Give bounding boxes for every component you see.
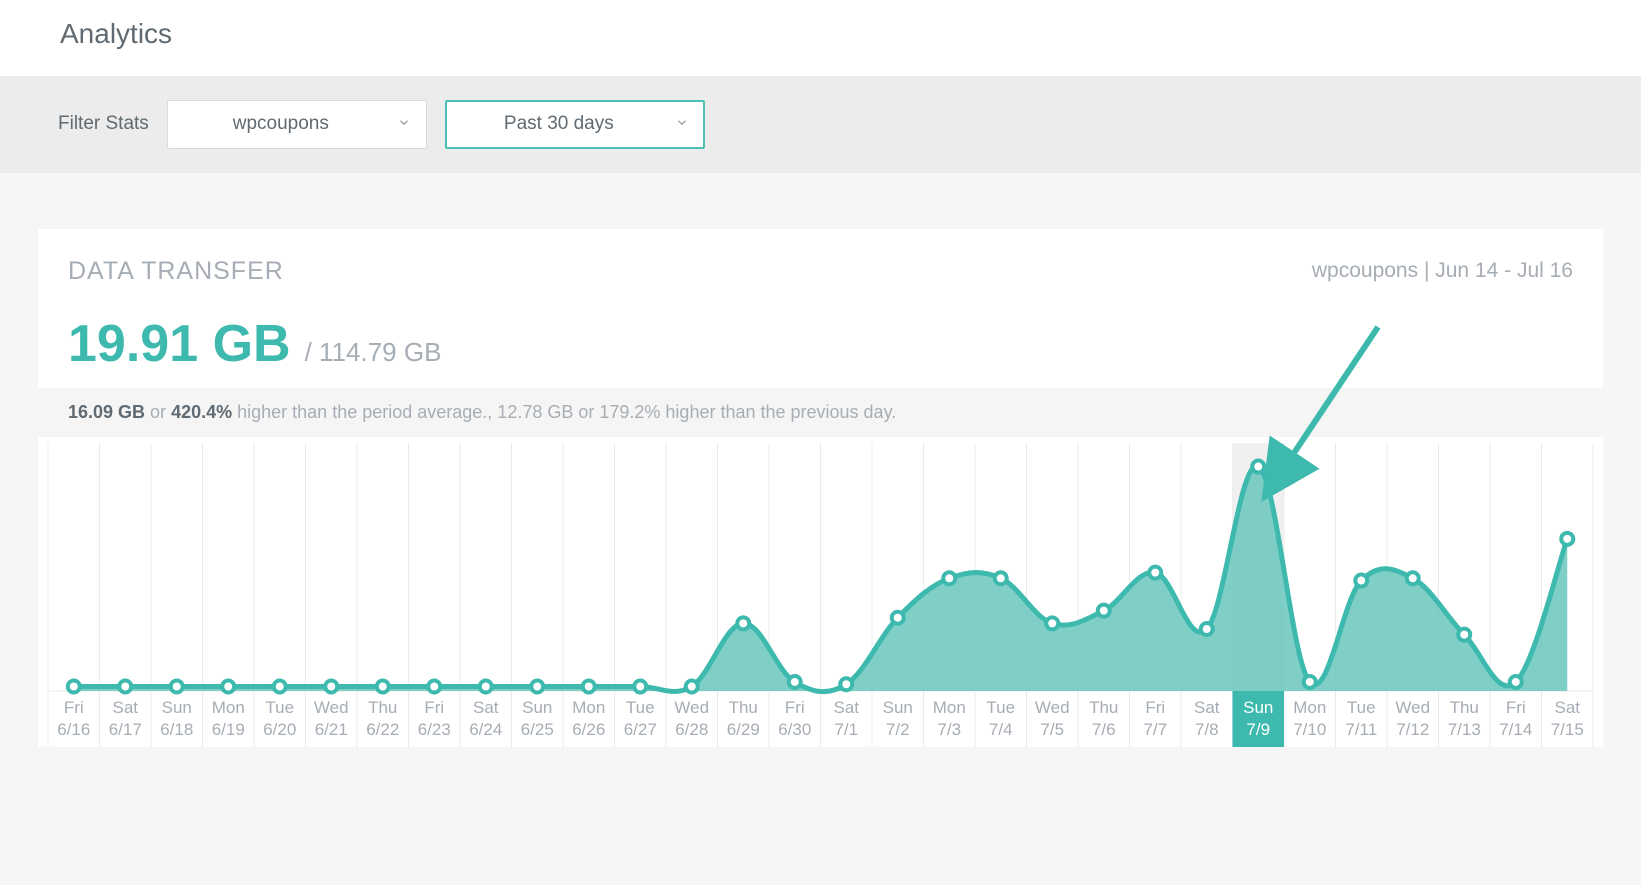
metric-total: / 114.79 GB: [305, 337, 442, 368]
range-select[interactable]: Past 30 days: [445, 100, 705, 149]
card-range-label: wpcoupons | Jun 14 - Jul 16: [1312, 259, 1573, 283]
delta-bar: 16.09 GB or 420.4% higher than the perio…: [38, 388, 1603, 437]
svg-text:6/17: 6/17: [109, 720, 142, 739]
site-select-wrap: wpcoupons: [167, 100, 427, 149]
delta-percent-1: 420.4%: [171, 402, 232, 422]
card-title: DATA TRANSFER: [68, 257, 284, 286]
svg-text:Sat: Sat: [833, 698, 859, 717]
svg-text:6/23: 6/23: [418, 720, 451, 739]
svg-text:7/9: 7/9: [1246, 720, 1270, 739]
svg-text:7/2: 7/2: [886, 720, 910, 739]
card-header: DATA TRANSFER wpcoupons | Jun 14 - Jul 1…: [38, 229, 1603, 296]
svg-text:6/16: 6/16: [57, 720, 90, 739]
svg-text:7/6: 7/6: [1092, 720, 1116, 739]
svg-text:7/8: 7/8: [1195, 720, 1219, 739]
page-header: Analytics: [0, 0, 1641, 76]
svg-text:Wed: Wed: [1395, 698, 1430, 717]
svg-text:Sun: Sun: [883, 698, 913, 717]
svg-text:Sun: Sun: [1243, 698, 1273, 717]
svg-text:Thu: Thu: [368, 698, 397, 717]
svg-text:Sat: Sat: [473, 698, 499, 717]
svg-text:Wed: Wed: [314, 698, 349, 717]
svg-text:7/3: 7/3: [937, 720, 961, 739]
svg-text:6/28: 6/28: [675, 720, 708, 739]
svg-text:6/18: 6/18: [160, 720, 193, 739]
svg-text:6/21: 6/21: [315, 720, 348, 739]
filter-label: Filter Stats: [58, 113, 149, 135]
svg-text:6/30: 6/30: [778, 720, 811, 739]
svg-text:7/13: 7/13: [1448, 720, 1481, 739]
svg-text:6/25: 6/25: [521, 720, 554, 739]
svg-text:Mon: Mon: [212, 698, 245, 717]
svg-text:Fri: Fri: [64, 698, 84, 717]
chart-area: Fri 6/16 Sat 6/17 Sun 6/18 Mon 6/19 Tue 6/20 Wed 6/…: [38, 437, 1603, 747]
svg-text:Mon: Mon: [933, 698, 966, 717]
svg-text:Tue: Tue: [986, 698, 1015, 717]
svg-text:Mon: Mon: [572, 698, 605, 717]
svg-text:Tue: Tue: [1347, 698, 1376, 717]
svg-text:6/19: 6/19: [212, 720, 245, 739]
svg-text:Sun: Sun: [522, 698, 552, 717]
svg-text:Sat: Sat: [1554, 698, 1580, 717]
svg-text:6/29: 6/29: [727, 720, 760, 739]
metric-row: 19.91 GB / 114.79 GB: [38, 296, 1603, 388]
svg-text:Thu: Thu: [1450, 698, 1479, 717]
svg-text:Sun: Sun: [162, 698, 192, 717]
svg-text:Thu: Thu: [729, 698, 758, 717]
svg-text:Mon: Mon: [1293, 698, 1326, 717]
filter-bar: Filter Stats wpcoupons Past 30 days: [0, 76, 1641, 173]
svg-text:Tue: Tue: [265, 698, 294, 717]
metric-value: 19.91 GB: [68, 318, 291, 370]
svg-text:Fri: Fri: [424, 698, 444, 717]
svg-text:6/27: 6/27: [624, 720, 657, 739]
data-transfer-chart[interactable]: Fri 6/16 Sat 6/17 Sun 6/18 Mon 6/19 Tue 6/20 Wed 6/…: [38, 437, 1603, 747]
svg-text:Wed: Wed: [1035, 698, 1070, 717]
svg-text:7/4: 7/4: [989, 720, 1013, 739]
svg-text:Sat: Sat: [1194, 698, 1220, 717]
svg-text:Fri: Fri: [1145, 698, 1165, 717]
svg-text:Sat: Sat: [112, 698, 138, 717]
data-transfer-card: DATA TRANSFER wpcoupons | Jun 14 - Jul 1…: [38, 229, 1603, 747]
svg-text:Fri: Fri: [1506, 698, 1526, 717]
svg-text:6/20: 6/20: [263, 720, 296, 739]
svg-text:7/15: 7/15: [1551, 720, 1584, 739]
svg-text:6/22: 6/22: [366, 720, 399, 739]
svg-text:6/24: 6/24: [469, 720, 502, 739]
page-title: Analytics: [60, 18, 1581, 50]
svg-text:Wed: Wed: [674, 698, 709, 717]
svg-text:7/1: 7/1: [834, 720, 858, 739]
svg-text:7/7: 7/7: [1143, 720, 1167, 739]
svg-text:7/12: 7/12: [1396, 720, 1429, 739]
range-select-wrap: Past 30 days: [445, 100, 705, 149]
site-select[interactable]: wpcoupons: [167, 100, 427, 149]
svg-text:7/11: 7/11: [1345, 720, 1377, 739]
svg-text:Fri: Fri: [785, 698, 805, 717]
svg-text:7/14: 7/14: [1499, 720, 1532, 739]
svg-text:Thu: Thu: [1089, 698, 1118, 717]
svg-text:7/10: 7/10: [1293, 720, 1326, 739]
svg-text:7/5: 7/5: [1040, 720, 1064, 739]
svg-text:6/26: 6/26: [572, 720, 605, 739]
delta-value-1: 16.09 GB: [68, 402, 145, 422]
svg-text:Tue: Tue: [626, 698, 655, 717]
